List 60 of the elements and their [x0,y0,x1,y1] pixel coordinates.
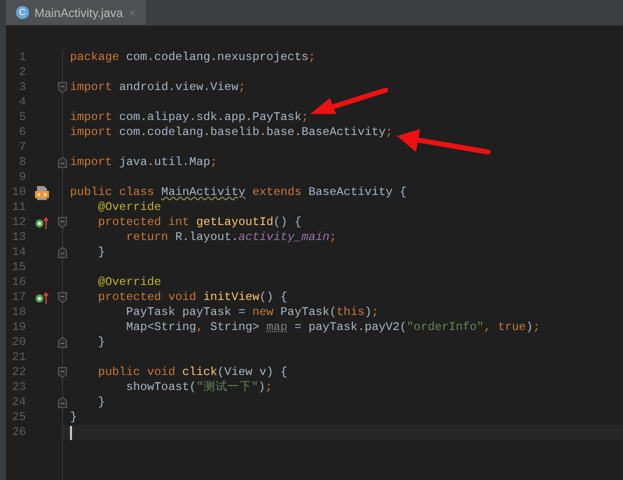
fold-icon[interactable] [58,292,67,303]
code-line: } [70,410,78,425]
override-icon[interactable] [35,216,49,228]
code-line: Map<String, String> map = payTask.payV2("orderInfo", true); [125,320,540,335]
line-number: 12 [10,215,26,230]
fold-icon[interactable] [58,82,67,93]
line-number: 9 [18,170,26,185]
fold-icon[interactable] [58,247,67,258]
fold-icon[interactable] [58,157,67,168]
code-line: @Override [97,275,162,290]
line-number: 6 [18,125,26,140]
code-line: import android.view.View; [70,80,246,95]
line-number: 22 [10,365,26,380]
line-number: 26 [10,425,26,440]
text-cursor [70,426,72,440]
code-line: } [97,335,106,350]
line-number: 16 [10,275,26,290]
fold-icon[interactable] [58,217,67,228]
code-line: protected int getLayoutId() { [97,215,302,230]
line-number: 23 [10,380,26,395]
line-number: 11 [10,200,26,215]
code-line: return R.layout.activity_main; [125,230,337,245]
line-number: 19 [10,320,26,335]
line-number: 5 [18,110,26,125]
line-number: 2 [18,65,26,80]
code-line: import com.alipay.sdk.app.PayTask; [70,110,308,125]
class-icon: C [16,6,28,19]
class-file-icon[interactable] [35,186,49,200]
line-number: 1 [18,50,26,65]
line-number: 13 [10,230,26,245]
line-number: 24 [10,395,26,410]
line-number: 18 [10,305,26,320]
line-number: 8 [18,155,26,170]
override-icon[interactable] [35,292,49,304]
line-number: 3 [18,80,26,95]
line-number: 15 [10,260,26,275]
fold-icon[interactable] [58,367,67,378]
code-line: PayTask payTask = new PayTask(this); [125,305,379,320]
code-line: public void click(View v) { [97,365,288,380]
code-line: } [97,395,106,410]
fold-icon[interactable] [58,397,67,408]
code-line: package com.codelang.nexusprojects; [70,50,316,65]
code-line: import com.codelang.baselib.base.BaseActivity; [70,125,393,140]
code-line: @Override [97,200,162,215]
line-number: 10 [10,185,26,200]
code-line: protected void initView() { [97,290,288,305]
fold-icon[interactable] [58,337,67,348]
code-line: import java.util.Map; [70,155,218,170]
line-number: 21 [10,350,26,365]
file-tab[interactable]: C MainActivity.java × [6,0,146,25]
tab-title: MainActivity.java [34,4,123,22]
code-line: showToast("测试一下"); [125,380,272,395]
line-number: 20 [10,335,26,350]
code-line: } [97,245,106,260]
code-line: public class MainActivity extends BaseActivity { [70,185,407,200]
line-number: 17 [10,290,26,305]
line-number: 4 [18,95,26,110]
line-number: 14 [10,245,26,260]
line-number: 7 [18,140,26,155]
line-number: 25 [10,410,26,425]
